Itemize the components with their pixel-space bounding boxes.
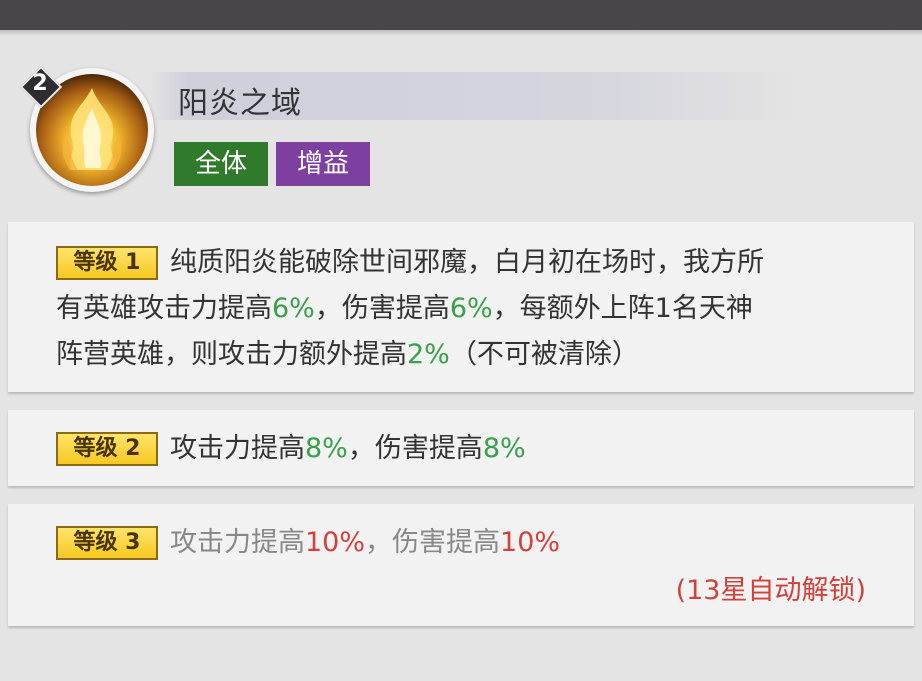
top-bar-shadow <box>0 30 922 36</box>
level-1-text-d: ，每额外上阵1名天神 <box>492 293 753 324</box>
tag-all-targets: 全体 <box>174 142 268 186</box>
level-2-text-a: 攻击力提高 <box>170 433 305 464</box>
level-3-text-a: 攻击力提高 <box>170 527 305 558</box>
level-1-badge: 等级 1 <box>56 246 158 280</box>
top-bar <box>0 0 922 30</box>
level-1-text-e: 阵营英雄，则攻击力额外提高 <box>56 339 407 370</box>
level-1-text-c: ，伤害提高 <box>314 293 450 324</box>
level-1-text-b: 有英雄攻击力提高 <box>56 293 272 324</box>
level-1-attack-value: 6% <box>272 293 315 324</box>
level-1-line-2: 有英雄攻击力提高6%，伤害提高6%，每额外上阵1名天神 <box>56 292 753 326</box>
level-1-card: 等级 1 纯质阳炎能破除世间邪魔，白月初在场时，我方所 有英雄攻击力提高6%，伤… <box>8 222 914 392</box>
level-3-line-1: 攻击力提高10%，伤害提高10% <box>170 526 560 560</box>
skill-name: 阳炎之域 <box>178 86 302 121</box>
skill-level-number: 2 <box>32 71 48 96</box>
level-1-line-1: 纯质阳炎能破除世间邪魔，白月初在场时，我方所 <box>170 246 764 280</box>
level-3-attack-value: 10% <box>305 527 366 558</box>
level-1-line-3: 阵营英雄，则攻击力额外提高2%（不可被清除） <box>56 338 639 372</box>
level-2-damage-value: 8% <box>482 433 526 464</box>
level-2-text-b: ，伤害提高 <box>347 433 483 464</box>
level-3-badge: 等级 3 <box>56 526 158 560</box>
level-1-extra-value: 2% <box>407 339 450 370</box>
level-2-badge: 等级 2 <box>56 432 158 466</box>
level-1-text-a: 纯质阳炎能破除世间邪魔，白月初在场时，我方所 <box>170 247 764 278</box>
skill-level-badge: 2 <box>19 65 63 109</box>
level-3-unlock-note: (13星自动解锁) <box>675 575 866 606</box>
level-3-card: 等级 3 攻击力提高10%，伤害提高10% (13星自动解锁) <box>8 504 914 626</box>
level-3-text-b: ，伤害提高 <box>365 527 501 558</box>
level-2-card: 等级 2 攻击力提高8%，伤害提高8% <box>8 410 914 486</box>
level-1-damage-value: 6% <box>449 293 493 324</box>
level-2-attack-value: 8% <box>305 433 348 464</box>
tag-buff: 增益 <box>276 142 370 186</box>
level-2-line-1: 攻击力提高8%，伤害提高8% <box>170 432 526 466</box>
level-3-damage-value: 10% <box>500 527 561 558</box>
level-1-text-f: （不可被清除） <box>449 339 639 370</box>
